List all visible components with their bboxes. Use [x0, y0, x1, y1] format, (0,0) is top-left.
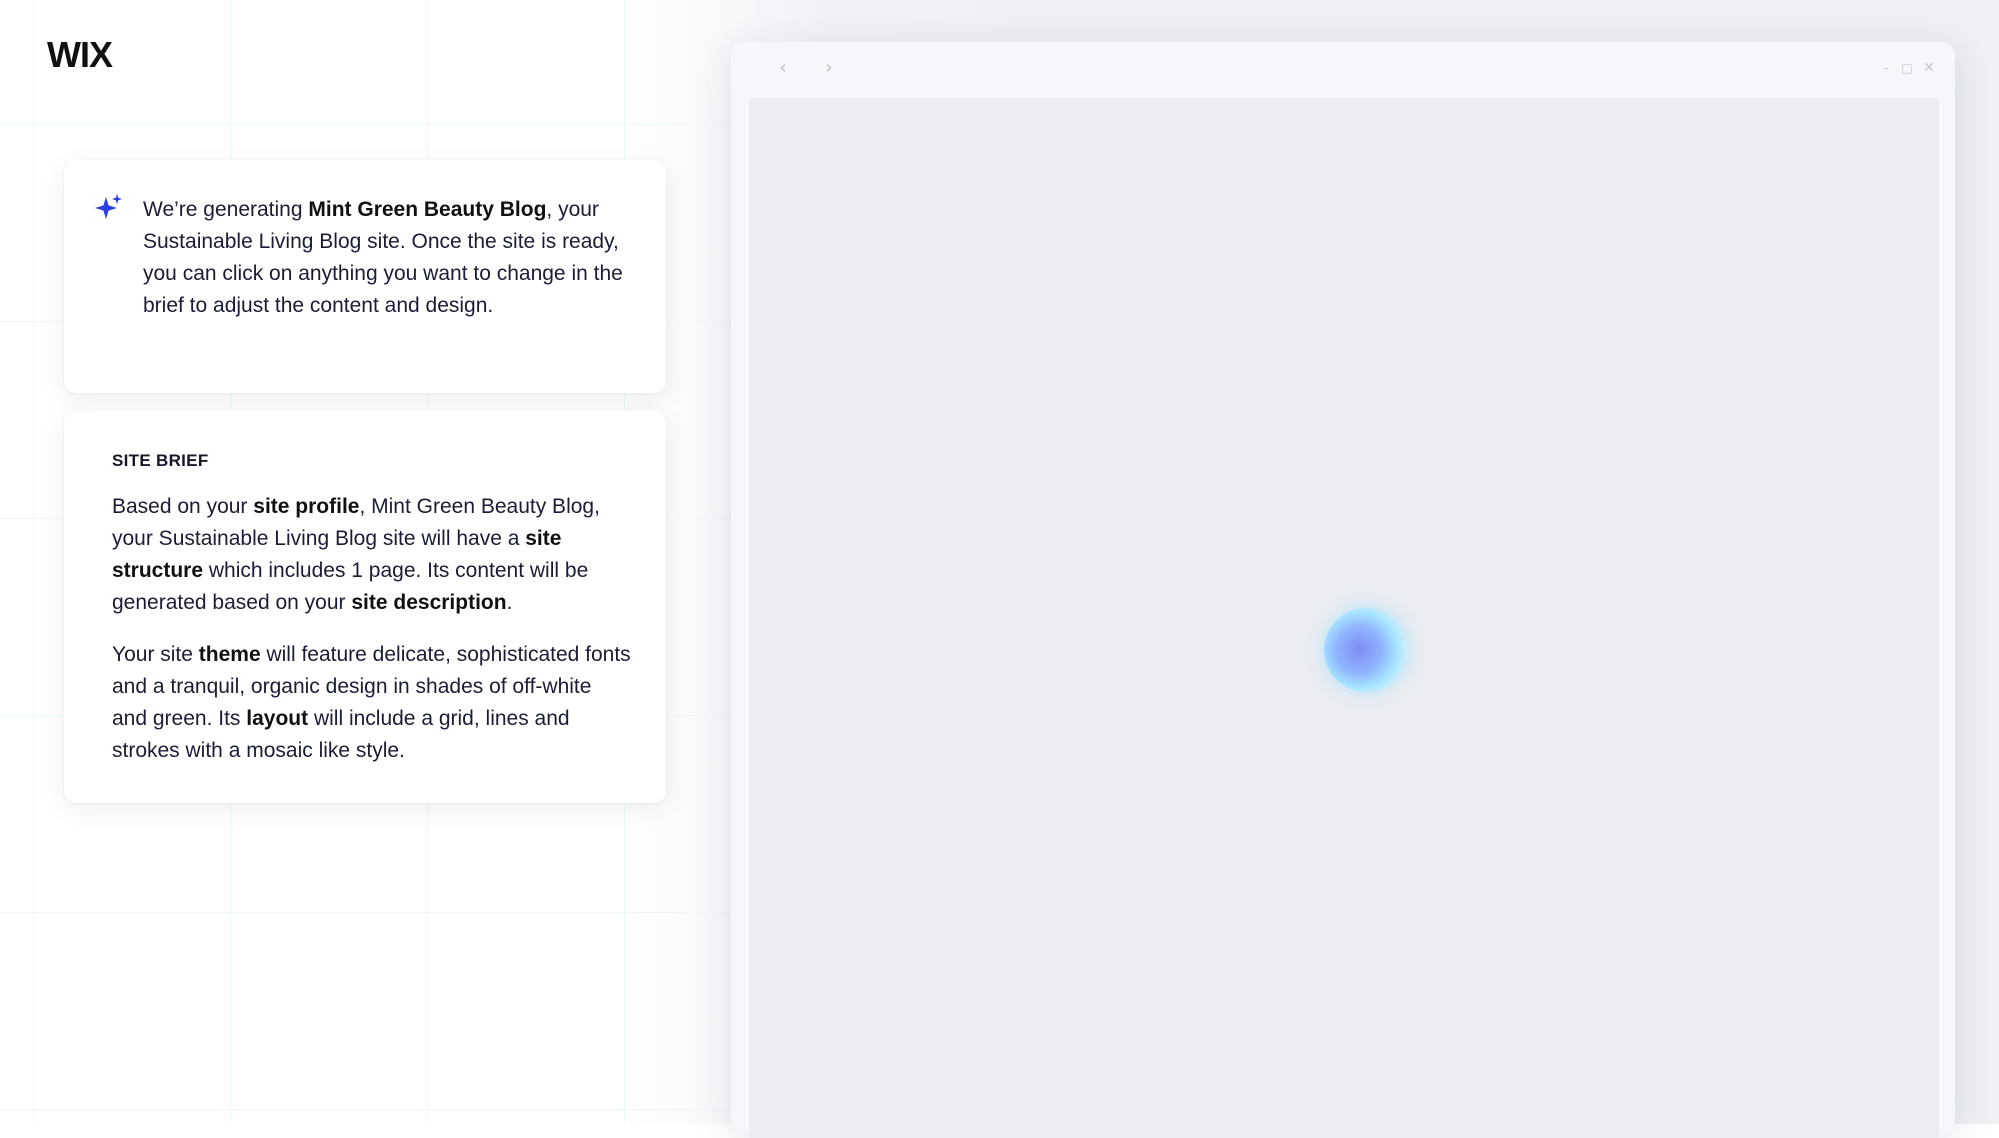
- theme-link[interactable]: theme: [199, 643, 261, 666]
- site-name: Mint Green Beauty Blog: [308, 198, 547, 221]
- generation-message: We’re generating Mint Green Beauty Blog,…: [143, 194, 633, 322]
- site-profile-link[interactable]: site profile: [253, 495, 359, 518]
- brief-paragraph-structure: Based on your site profile, Mint Green B…: [112, 491, 632, 619]
- layout-link[interactable]: layout: [246, 707, 308, 730]
- site-preview-window: ‹ › – □ ✕: [731, 42, 1955, 1138]
- loading-orb: [1324, 608, 1408, 692]
- chevron-left-icon[interactable]: ‹: [771, 56, 795, 80]
- sparkle-icon: [95, 194, 122, 219]
- brief-paragraph-design: Your site theme will feature delicate, s…: [112, 639, 632, 767]
- preview-viewport: [749, 98, 1939, 1138]
- brief-text: .: [506, 591, 513, 614]
- message-text: We’re generating: [143, 198, 309, 221]
- site-brief-card: SITE BRIEF Based on your site profile, M…: [64, 411, 666, 803]
- browser-toolbar: ‹ › – □ ✕: [731, 42, 1955, 98]
- generation-status-card: We’re generating Mint Green Beauty Blog,…: [64, 160, 666, 393]
- site-brief-title: SITE BRIEF: [112, 451, 209, 470]
- brief-text: Your site: [112, 643, 199, 666]
- brief-text: Based on your: [112, 495, 254, 518]
- site-description-link[interactable]: site description: [351, 591, 506, 614]
- close-icon[interactable]: ✕: [1920, 56, 1938, 80]
- maximize-icon[interactable]: □: [1898, 56, 1916, 80]
- wix-logo[interactable]: WIX: [47, 34, 113, 76]
- chevron-right-icon[interactable]: ›: [817, 56, 841, 80]
- minimize-icon[interactable]: –: [1877, 56, 1895, 80]
